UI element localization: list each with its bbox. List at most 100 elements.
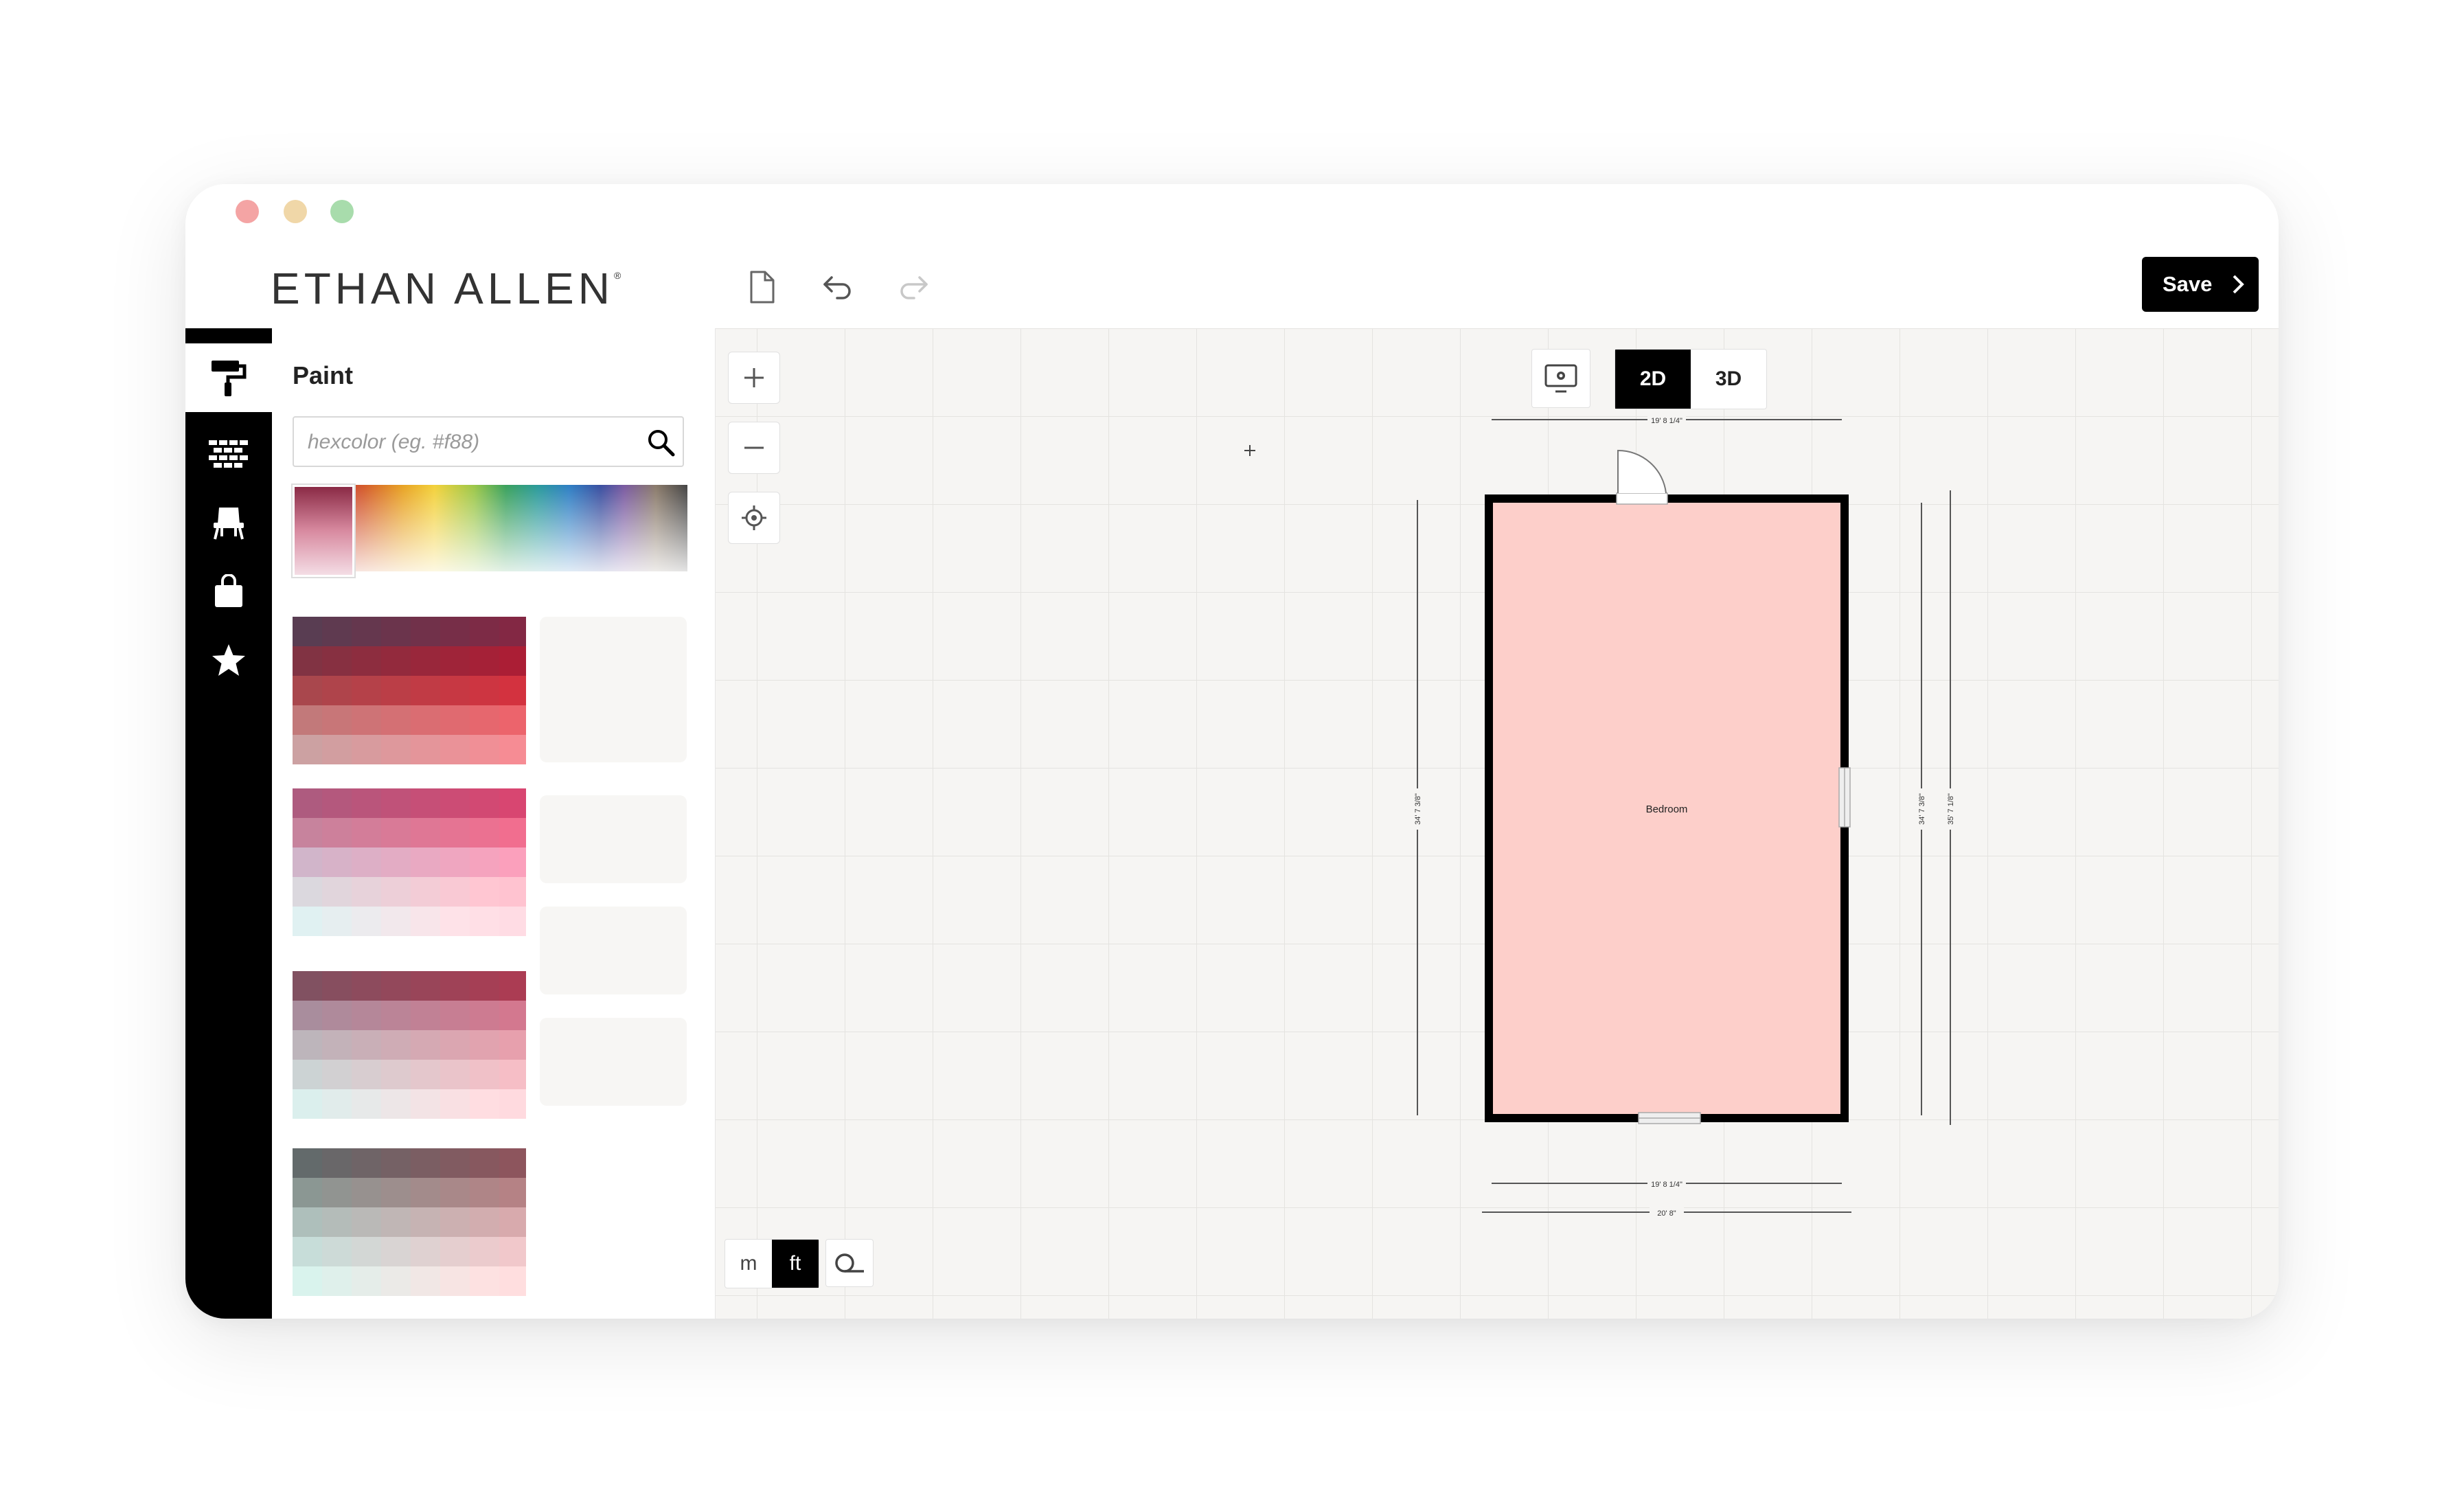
color-swatch[interactable]: [381, 818, 411, 847]
color-swatch[interactable]: [440, 646, 470, 676]
door[interactable]: [1616, 449, 1668, 505]
color-swatch[interactable]: [440, 705, 470, 735]
color-swatch[interactable]: [381, 1266, 411, 1296]
color-swatch[interactable]: [499, 1266, 526, 1296]
color-swatch[interactable]: [470, 676, 499, 705]
color-swatch[interactable]: [381, 1030, 411, 1060]
color-swatch[interactable]: [411, 1178, 440, 1207]
spectrum-selection[interactable]: [293, 485, 354, 577]
color-swatch[interactable]: [381, 705, 411, 735]
color-swatch[interactable]: [381, 971, 411, 1001]
color-swatch[interactable]: [352, 646, 381, 676]
color-swatch[interactable]: [499, 1237, 526, 1266]
color-swatch[interactable]: [411, 1148, 440, 1178]
color-swatch[interactable]: [322, 1030, 352, 1060]
color-swatch[interactable]: [293, 818, 322, 847]
color-swatch[interactable]: [322, 646, 352, 676]
color-swatch[interactable]: [293, 907, 322, 936]
brand-logo[interactable]: ETHAN ALLEN®: [271, 263, 621, 314]
color-swatch[interactable]: [322, 1178, 352, 1207]
color-swatch[interactable]: [322, 877, 352, 907]
color-swatch[interactable]: [499, 1178, 526, 1207]
rail-item-shop[interactable]: [185, 567, 272, 615]
color-swatch[interactable]: [499, 788, 526, 818]
color-swatch[interactable]: [470, 818, 499, 847]
color-swatch[interactable]: [411, 1001, 440, 1030]
color-swatch[interactable]: [381, 735, 411, 764]
color-swatch[interactable]: [322, 1237, 352, 1266]
color-swatch[interactable]: [293, 1266, 322, 1296]
color-swatch[interactable]: [411, 1266, 440, 1296]
save-button[interactable]: Save: [2142, 257, 2259, 312]
color-swatch[interactable]: [293, 877, 322, 907]
color-swatch[interactable]: [499, 847, 526, 877]
color-swatch[interactable]: [293, 1030, 322, 1060]
color-swatch[interactable]: [499, 1148, 526, 1178]
color-swatch[interactable]: [470, 617, 499, 646]
color-swatch[interactable]: [352, 617, 381, 646]
undo-icon[interactable]: [817, 266, 858, 308]
color-swatch[interactable]: [440, 818, 470, 847]
color-swatch[interactable]: [352, 877, 381, 907]
color-swatch[interactable]: [322, 735, 352, 764]
color-swatch[interactable]: [411, 971, 440, 1001]
color-swatch[interactable]: [293, 1001, 322, 1030]
color-swatch[interactable]: [440, 971, 470, 1001]
color-swatch[interactable]: [411, 818, 440, 847]
color-swatch[interactable]: [381, 907, 411, 936]
color-swatch[interactable]: [352, 1237, 381, 1266]
color-swatch[interactable]: [352, 735, 381, 764]
color-swatch[interactable]: [499, 646, 526, 676]
color-swatch[interactable]: [470, 907, 499, 936]
color-swatch[interactable]: [293, 1089, 322, 1119]
color-swatch[interactable]: [322, 971, 352, 1001]
color-swatch[interactable]: [352, 907, 381, 936]
color-swatch[interactable]: [411, 877, 440, 907]
color-swatch[interactable]: [381, 788, 411, 818]
color-swatch[interactable]: [499, 1089, 526, 1119]
color-swatch[interactable]: [411, 617, 440, 646]
color-swatch[interactable]: [352, 1266, 381, 1296]
color-swatch[interactable]: [293, 847, 322, 877]
color-swatch[interactable]: [322, 788, 352, 818]
new-file-icon[interactable]: [742, 266, 783, 308]
color-swatch[interactable]: [470, 1148, 499, 1178]
color-swatch[interactable]: [440, 1060, 470, 1089]
color-swatch[interactable]: [293, 735, 322, 764]
color-swatch[interactable]: [411, 847, 440, 877]
color-swatch[interactable]: [470, 1060, 499, 1089]
color-swatch[interactable]: [293, 676, 322, 705]
color-swatch[interactable]: [440, 1266, 470, 1296]
color-swatch[interactable]: [322, 1148, 352, 1178]
color-swatch[interactable]: [352, 788, 381, 818]
search-icon[interactable]: [644, 426, 677, 459]
rail-item-paint[interactable]: [185, 343, 272, 412]
redo-icon[interactable]: [893, 266, 934, 308]
color-swatch[interactable]: [499, 1030, 526, 1060]
color-swatch[interactable]: [470, 646, 499, 676]
color-swatch[interactable]: [352, 1001, 381, 1030]
color-swatch[interactable]: [411, 1237, 440, 1266]
color-swatch[interactable]: [322, 1266, 352, 1296]
color-swatch[interactable]: [470, 1089, 499, 1119]
color-swatch[interactable]: [352, 1089, 381, 1119]
color-swatch[interactable]: [470, 705, 499, 735]
color-swatch[interactable]: [470, 847, 499, 877]
color-swatch[interactable]: [322, 847, 352, 877]
color-swatch[interactable]: [381, 1178, 411, 1207]
color-swatch[interactable]: [322, 1089, 352, 1119]
color-swatch[interactable]: [352, 1178, 381, 1207]
color-swatch[interactable]: [411, 907, 440, 936]
color-swatch[interactable]: [381, 1001, 411, 1030]
color-swatch[interactable]: [411, 1089, 440, 1119]
color-swatch[interactable]: [293, 646, 322, 676]
color-swatch[interactable]: [411, 705, 440, 735]
color-swatch[interactable]: [440, 907, 470, 936]
color-swatch[interactable]: [440, 788, 470, 818]
hexcolor-input[interactable]: [294, 418, 639, 467]
color-swatch[interactable]: [322, 1060, 352, 1089]
color-swatch[interactable]: [352, 1207, 381, 1237]
color-swatch[interactable]: [499, 617, 526, 646]
color-swatch[interactable]: [411, 788, 440, 818]
color-swatch[interactable]: [352, 847, 381, 877]
